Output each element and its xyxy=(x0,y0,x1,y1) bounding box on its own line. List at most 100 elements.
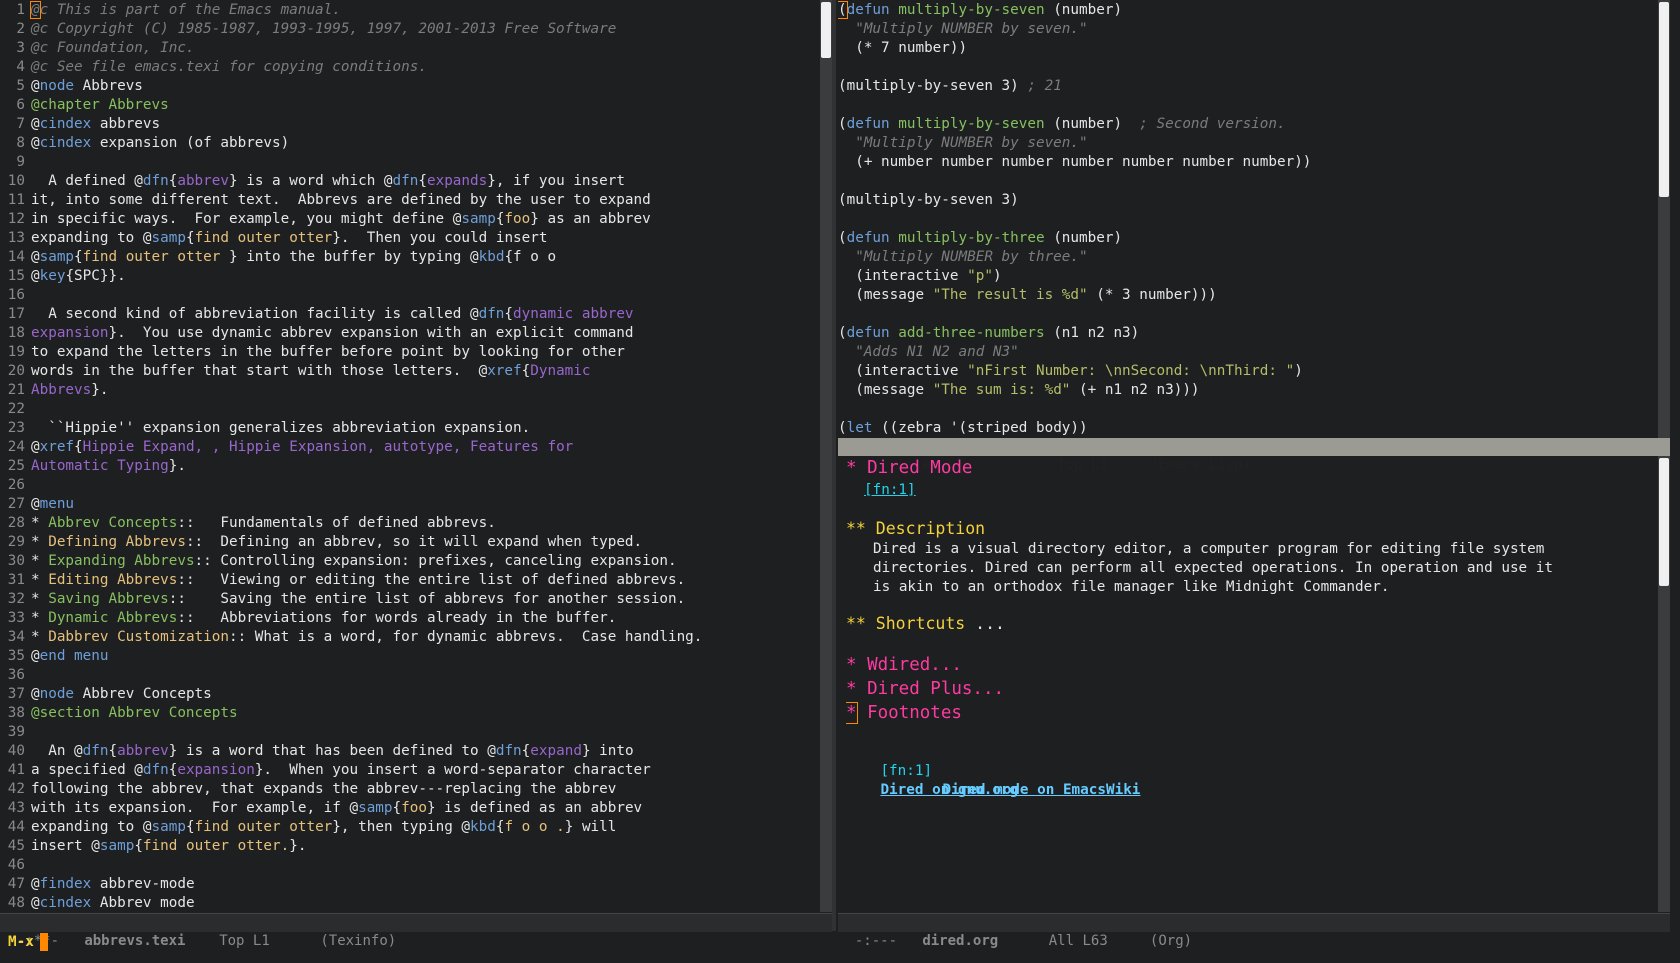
modeline-dired-org[interactable]: -:--- dired.org All L63 (Org) xyxy=(838,913,1670,949)
code-line[interactable]: 21 Abbrevs}. xyxy=(0,381,818,400)
modeline-buffer-name[interactable]: dired.org xyxy=(922,933,998,949)
code-line[interactable] xyxy=(838,172,1656,191)
code-line[interactable]: 7 @cindex abbrevs xyxy=(0,115,818,134)
left-scrollbar[interactable] xyxy=(820,0,832,912)
code-line[interactable]: 30 * Expanding Abbrevs:: Controlling expa… xyxy=(0,552,818,571)
code-line[interactable]: (* 7 number)) xyxy=(838,39,1656,58)
code-line[interactable]: 12 in specific ways. For example, you mig… xyxy=(0,210,818,229)
code-line[interactable]: 23 ``Hippie'' expansion generalizes abbr… xyxy=(0,419,818,438)
code-line[interactable]: 25 Automatic Typing}. xyxy=(0,457,818,476)
minibuffer[interactable]: M-x xyxy=(8,932,48,952)
code-line[interactable]: 4 @c See file emacs.texi for copying cond… xyxy=(0,58,818,77)
code-line[interactable]: 26 xyxy=(0,476,818,495)
code-line[interactable]: (multiply-by-seven 3) xyxy=(838,191,1656,210)
org-buffer[interactable]: * Dired Mode [fn:1] ** Description Dired… xyxy=(846,456,1656,910)
code-line[interactable]: (defun multiply-by-three (number) xyxy=(838,229,1656,248)
code-line[interactable]: 28 * Abbrev Concepts:: Fundamentals of de… xyxy=(0,514,818,533)
code-line[interactable]: 37 @node Abbrev Concepts xyxy=(0,685,818,704)
code-line[interactable]: 44 expanding to @samp{find outer otter}, … xyxy=(0,818,818,837)
org-heading-dired-mode[interactable]: * Dired Mode xyxy=(846,456,1656,480)
code-line[interactable]: (interactive "p") xyxy=(838,267,1656,286)
org-heading-dired-plus[interactable]: * Dired Plus... xyxy=(846,677,1656,701)
code-line[interactable]: 9 xyxy=(0,153,818,172)
org-paragraph-line[interactable]: directories. Dired can perform all expec… xyxy=(873,559,1656,578)
org-heading-wdired[interactable]: * Wdired... xyxy=(846,653,1656,677)
code-line[interactable]: 19 to expand the letters in the buffer be… xyxy=(0,343,818,362)
code-line[interactable]: "Multiply NUMBER by three." xyxy=(838,248,1656,267)
folded-ellipsis[interactable]: ... xyxy=(975,614,1005,633)
link-dired-emacswiki[interactable]: Dired mode on EmacsWiki xyxy=(942,782,1140,798)
right-top-scrollbar[interactable] xyxy=(1658,0,1670,438)
org-paragraph-line[interactable]: Dired is a visual directory editor, a co… xyxy=(873,540,1656,559)
code-line[interactable]: 3 @c Foundation, Inc. xyxy=(0,39,818,58)
code-line[interactable]: (let ((zebra '(striped body)) xyxy=(838,419,1656,436)
code-line[interactable] xyxy=(838,305,1656,324)
code-line[interactable]: 39 xyxy=(0,723,818,742)
code-line[interactable]: 40 An @dfn{abbrev} is a word that has be… xyxy=(0,742,818,761)
modeline-buffer-name[interactable]: abbrevs.texi xyxy=(84,933,185,949)
code-line[interactable]: 29 * Defining Abbrevs:: Defining an abbre… xyxy=(0,533,818,552)
code-line[interactable]: 32 * Saving Abbrevs:: Saving the entire l… xyxy=(0,590,818,609)
code-line[interactable]: 47 @findex abbrev-mode xyxy=(0,875,818,894)
code-line[interactable]: 14 @samp{find outer otter } into the buff… xyxy=(0,248,818,267)
code-line[interactable]: 46 xyxy=(0,856,818,875)
code-line[interactable]: "Adds N1 N2 and N3" xyxy=(838,343,1656,362)
code-line[interactable] xyxy=(838,96,1656,115)
footnote-reference[interactable]: [fn:1] xyxy=(864,482,916,498)
code-line[interactable]: 11 it, into some different text. Abbrevs … xyxy=(0,191,818,210)
code-line[interactable]: (message "The sum is: %d" (+ n1 n2 n3))) xyxy=(838,381,1656,400)
code-line[interactable] xyxy=(838,400,1656,419)
code-line[interactable]: 31 * Editing Abbrevs:: Viewing or editing… xyxy=(0,571,818,590)
code-line[interactable]: 1 @c This is part of the Emacs manual. xyxy=(0,1,818,20)
code-line[interactable]: 5 @node Abbrevs xyxy=(0,77,818,96)
code-line[interactable]: 43 with its expansion. For example, if @s… xyxy=(0,799,818,818)
left-scrollbar-thumb[interactable] xyxy=(821,2,831,58)
code-line[interactable]: 10 A defined @dfn{abbrev} is a word whic… xyxy=(0,172,818,191)
code-line[interactable]: 6 @chapter Abbrevs xyxy=(0,96,818,115)
org-paragraph-line[interactable]: is akin to an orthodox file manager like… xyxy=(873,578,1656,597)
code-line[interactable]: 13 expanding to @samp{find outer otter}. … xyxy=(0,229,818,248)
org-heading-footnotes[interactable]: * Footnotes xyxy=(846,701,1656,725)
code-line[interactable]: 22 xyxy=(0,400,818,419)
right-top-scrollbar-thumb[interactable] xyxy=(1659,2,1669,197)
modeline-abbrevs-texi[interactable]: -:**- abbrevs.texi Top L1 (Texinfo) xyxy=(0,913,832,949)
code-line[interactable]: 35 @end menu xyxy=(0,647,818,666)
code-line[interactable]: (defun multiply-by-seven (number) xyxy=(838,1,1656,20)
code-line[interactable]: (interactive "nFirst Number: \nnSecond: … xyxy=(838,362,1656,381)
code-line[interactable]: 2 @c Copyright (C) 1985-1987, 1993-1995, … xyxy=(0,20,818,39)
code-line[interactable]: (+ number number number number number nu… xyxy=(838,153,1656,172)
modeline-mode[interactable]: (Org) xyxy=(1150,933,1192,949)
code-line[interactable]: 24 @xref{Hippie Expand, , Hippie Expansio… xyxy=(0,438,818,457)
modeline-ex-el[interactable]: -:--- ex.el Top L1 (Emacs-Lisp) xyxy=(838,438,1670,473)
code-line[interactable]: (defun add-three-numbers (n1 n2 n3) xyxy=(838,324,1656,343)
texinfo-buffer[interactable]: 1 @c This is part of the Emacs manual. 2 @c… xyxy=(0,0,818,912)
code-line[interactable]: "Multiply NUMBER by seven." xyxy=(838,134,1656,153)
code-line[interactable]: 18 expansion}. You use dynamic abbrev exp… xyxy=(0,324,818,343)
code-line[interactable]: 48 @cindex Abbrev mode xyxy=(0,894,818,912)
code-line[interactable]: 8 @cindex expansion (of abbrevs) xyxy=(0,134,818,153)
code-line[interactable]: 27 @menu xyxy=(0,495,818,514)
code-line[interactable]: 38 @section Abbrev Concepts xyxy=(0,704,818,723)
code-line[interactable]: (multiply-by-seven 3) ; 21 xyxy=(838,77,1656,96)
org-heading-description[interactable]: ** Description xyxy=(846,518,1656,540)
code-line[interactable]: 34 * Dabbrev Customization:: What is a wo… xyxy=(0,628,818,647)
code-line[interactable]: "Multiply NUMBER by seven." xyxy=(838,20,1656,39)
elisp-buffer[interactable]: (defun multiply-by-seven (number) "Multi… xyxy=(838,0,1656,436)
code-line[interactable]: 33 * Dynamic Abbrevs:: Abbreviations for … xyxy=(0,609,818,628)
org-heading-shortcuts[interactable]: ** Shortcuts xyxy=(846,614,965,633)
modeline-mode[interactable]: (Texinfo) xyxy=(320,933,396,949)
code-line[interactable]: 36 xyxy=(0,666,818,685)
code-line[interactable]: (message "The result is %d" (* 3 number)… xyxy=(838,286,1656,305)
code-line[interactable]: 17 A second kind of abbreviation facilit… xyxy=(0,305,818,324)
code-line[interactable]: 16 xyxy=(0,286,818,305)
right-bottom-scrollbar-thumb[interactable] xyxy=(1659,458,1669,586)
code-line[interactable]: 20 words in the buffer that start with th… xyxy=(0,362,818,381)
code-line[interactable]: 41 a specified @dfn{expansion}. When you … xyxy=(0,761,818,780)
window-divider[interactable] xyxy=(832,0,836,931)
code-line[interactable]: (defun multiply-by-seven (number) ; Seco… xyxy=(838,115,1656,134)
code-line[interactable]: 15 @key{SPC}}. xyxy=(0,267,818,286)
code-line[interactable] xyxy=(838,58,1656,77)
code-line[interactable]: 45 insert @samp{find outer otter.}. xyxy=(0,837,818,856)
code-line[interactable]: 42 following the abbrev, that expands the… xyxy=(0,780,818,799)
right-bottom-scrollbar[interactable] xyxy=(1658,456,1670,912)
